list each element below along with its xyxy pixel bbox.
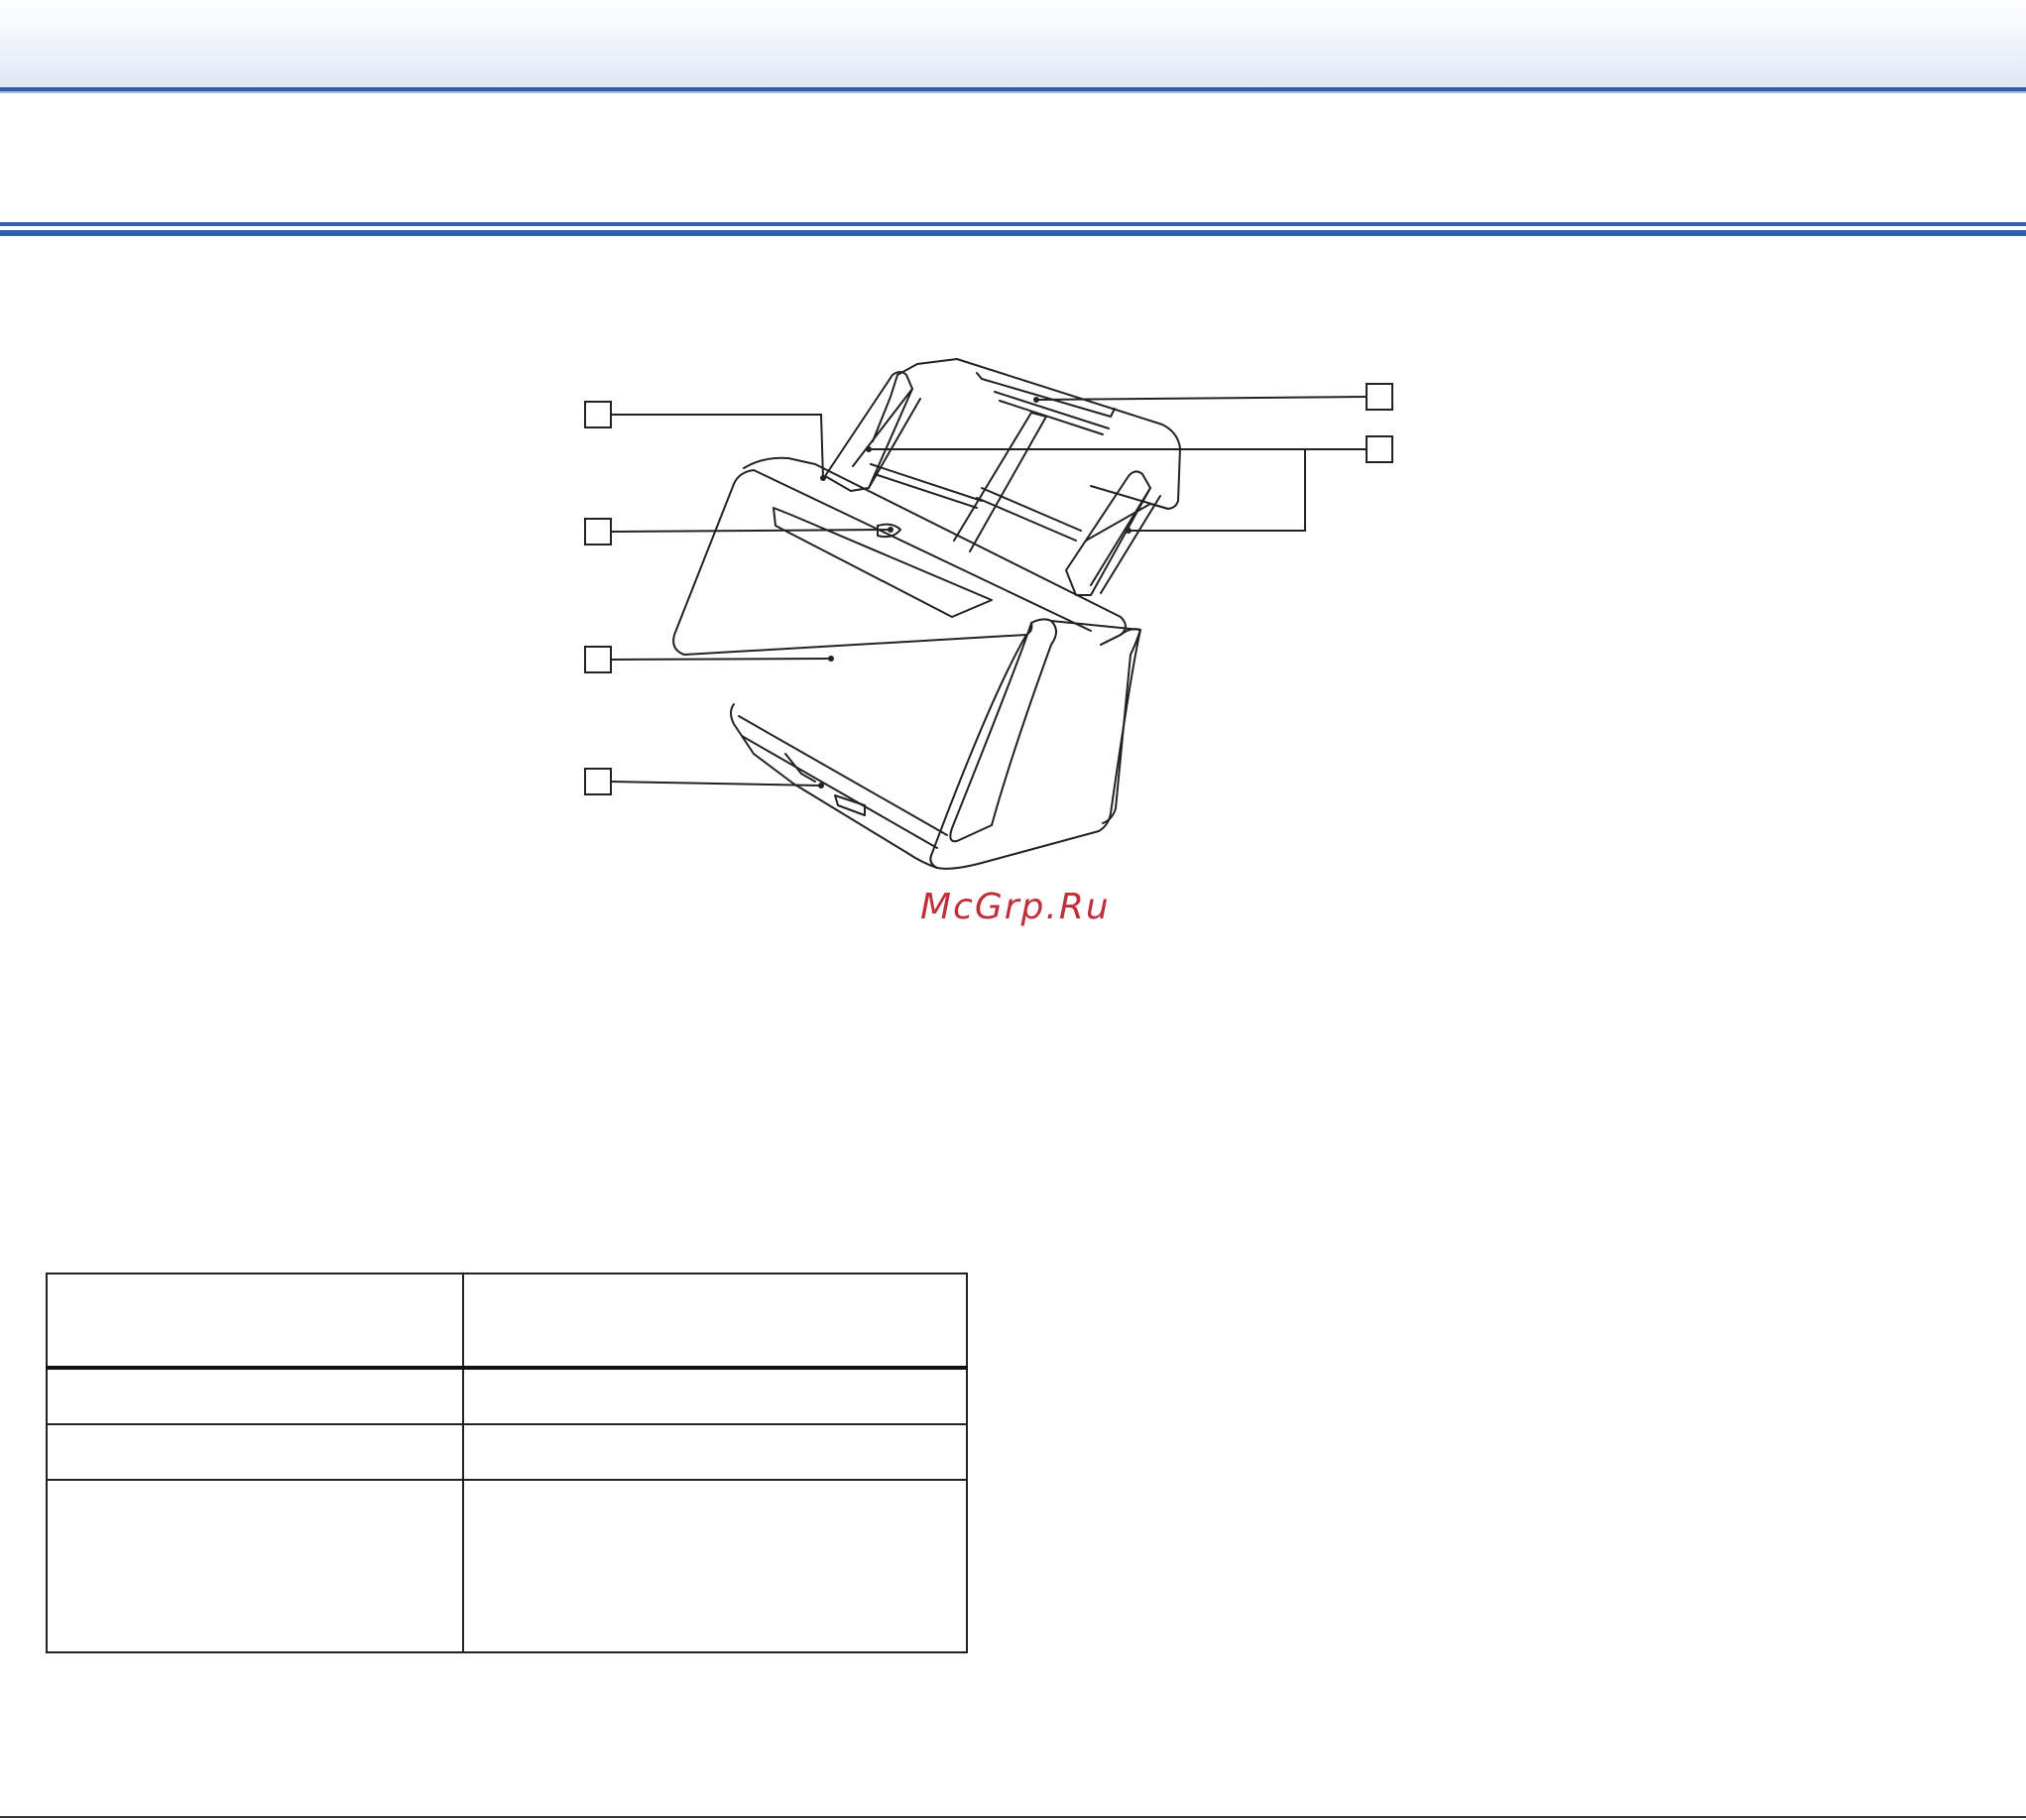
paper-support-center — [870, 412, 1082, 552]
table-cell — [462, 1367, 968, 1425]
leader-dot-6b — [1126, 528, 1132, 534]
callout-box-1 — [584, 401, 612, 428]
table-header-row — [46, 1273, 968, 1370]
leader-dot-3 — [828, 656, 834, 662]
scanner-side-panel — [936, 628, 1141, 870]
table-cell — [46, 1479, 464, 1653]
callout-box-3 — [584, 646, 612, 673]
scanner-lower-body — [730, 703, 948, 869]
leader-dot-6a — [866, 446, 872, 452]
table-row — [46, 1367, 968, 1425]
leader-line-2 — [610, 529, 892, 533]
watermark: McGrp.Ru — [920, 887, 1111, 927]
leader-line-6b — [1129, 449, 1306, 532]
leader-line-1 — [611, 414, 824, 479]
scanner-top-cover — [733, 456, 1127, 646]
callout-box-5 — [1366, 383, 1393, 411]
page-footer-rule — [0, 1816, 2026, 1818]
table-cell — [462, 1479, 968, 1653]
leader-dot-4 — [818, 783, 824, 789]
leader-line-3 — [610, 658, 832, 661]
callout-box-4 — [584, 768, 612, 795]
callout-box-2 — [584, 518, 612, 546]
left-document-guide — [824, 371, 921, 492]
leader-line-4 — [610, 781, 822, 787]
scanner-front-cover — [672, 483, 1141, 869]
callout-box-6 — [1366, 435, 1393, 463]
table-cell — [46, 1367, 464, 1425]
table-cell — [46, 1423, 464, 1481]
leader-dot-5 — [1033, 397, 1039, 403]
table-row — [46, 1423, 968, 1481]
table-header-cell — [46, 1273, 464, 1370]
parts-table — [46, 1273, 968, 1653]
right-document-guide — [1065, 470, 1161, 596]
leader-line-5 — [1035, 396, 1368, 401]
table-cell — [462, 1423, 968, 1481]
table-row — [46, 1479, 968, 1653]
leader-dot-2 — [888, 527, 894, 533]
leader-dot-1 — [820, 475, 826, 481]
table-header-cell — [462, 1273, 968, 1370]
scanner-illustration — [584, 358, 1393, 870]
